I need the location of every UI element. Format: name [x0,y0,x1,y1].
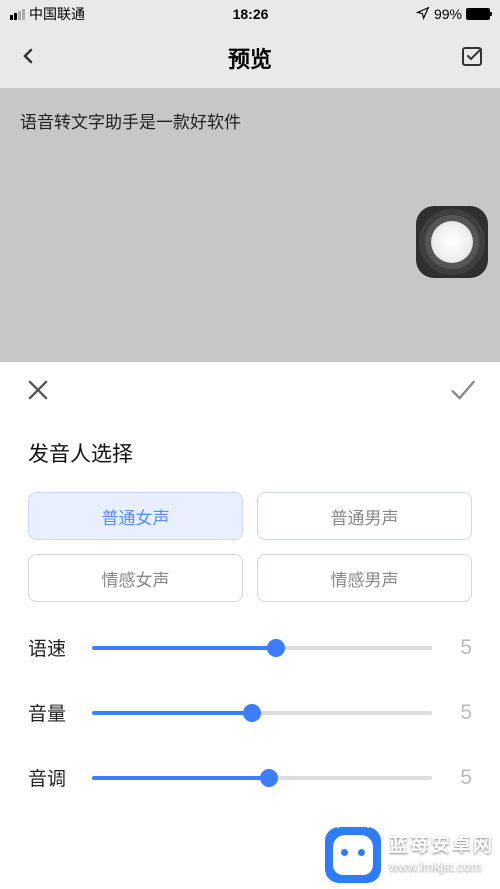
voice-option-female-emotion[interactable]: 情感女声 [28,554,243,602]
voice-settings-sheet: 发音人选择 普通女声 普通男声 情感女声 情感男声 语速 5 音量 5 [0,362,500,889]
pitch-slider-row: 音调 5 [28,764,472,791]
status-right: 99% [416,6,490,23]
status-bar: 中国联通 18:26 99% [0,0,500,28]
sheet-header [0,362,500,422]
confirm-box-button[interactable] [460,44,484,73]
volume-slider[interactable] [92,711,432,715]
watermark: 蓝苺安卓网 www.lmkjst.com [325,827,494,883]
watermark-logo-icon [325,827,381,883]
voice-option-male-normal[interactable]: 普通男声 [257,492,472,540]
nav-bar: 预览 [0,28,500,88]
confirm-button[interactable] [448,376,476,409]
signal-icon [10,9,25,20]
status-time: 18:26 [233,6,269,22]
carrier-label: 中国联通 [29,4,85,24]
pitch-value: 5 [446,766,472,790]
voice-option-female-normal[interactable]: 普通女声 [28,492,243,540]
location-icon [416,6,430,23]
pitch-slider[interactable] [92,776,432,780]
battery-icon [466,8,490,20]
assistive-touch-icon [431,221,473,263]
volume-label: 音量 [28,699,78,726]
preview-text: 语音转文字助手是一款好软件 [20,108,480,133]
page-title: 预览 [228,42,272,74]
voice-options-grid: 普通女声 普通男声 情感女声 情感男声 [28,492,472,602]
status-left: 中国联通 [10,4,85,24]
volume-value: 5 [446,701,472,725]
assistive-touch-button[interactable] [416,206,488,278]
speed-slider[interactable] [92,646,432,650]
battery-percent: 99% [434,6,462,22]
back-button[interactable] [16,44,40,73]
speed-label: 语速 [28,634,78,661]
voice-option-male-emotion[interactable]: 情感男声 [257,554,472,602]
sheet-title: 发音人选择 [28,438,472,468]
speed-value: 5 [446,636,472,660]
close-button[interactable] [24,376,52,409]
speed-slider-row: 语速 5 [28,634,472,661]
pitch-label: 音调 [28,764,78,791]
watermark-text: 蓝苺安卓网 www.lmkjst.com [389,834,494,876]
volume-slider-row: 音量 5 [28,699,472,726]
